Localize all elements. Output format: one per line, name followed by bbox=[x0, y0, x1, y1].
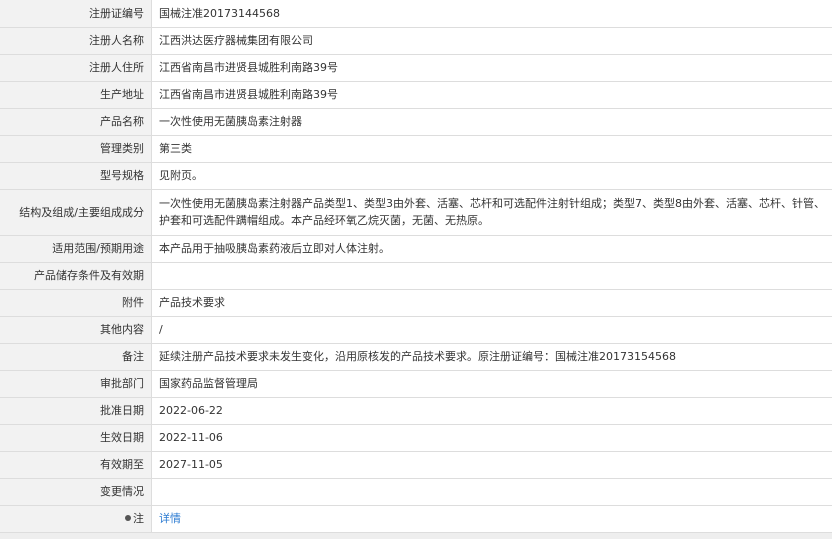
row-label-production-address: 生产地址 bbox=[0, 81, 152, 109]
row-value-change-status bbox=[151, 478, 832, 506]
row-label-remarks: 备注 bbox=[0, 343, 152, 371]
row-label-management-class: 管理类别 bbox=[0, 135, 152, 163]
table-row: 产品储存条件及有效期 bbox=[0, 262, 832, 290]
row-label-attachment: 附件 bbox=[0, 289, 152, 317]
table-row: 注册人住所 江西省南昌市进贤县城胜利南路39号 bbox=[0, 54, 832, 82]
row-label-valid-until: 有效期至 bbox=[0, 451, 152, 479]
table-row: 有效期至 2027-11-05 bbox=[0, 451, 832, 479]
table-row: 生效日期 2022-11-06 bbox=[0, 424, 832, 452]
table-row: 生产地址 江西省南昌市进贤县城胜利南路39号 bbox=[0, 81, 832, 109]
row-value-storage-validity bbox=[151, 262, 832, 290]
row-label-registration-number: 注册证编号 bbox=[0, 0, 152, 28]
table-row: 产品名称 一次性使用无菌胰岛素注射器 bbox=[0, 108, 832, 136]
table-row: 注 详情 bbox=[0, 505, 832, 533]
row-value-valid-until: 2027-11-05 bbox=[151, 451, 832, 479]
row-label-registrant-name: 注册人名称 bbox=[0, 27, 152, 55]
pin-icon bbox=[125, 515, 131, 521]
row-value-approval-date: 2022-06-22 bbox=[151, 397, 832, 425]
row-label-structure-composition: 结构及组成/主要组成成分 bbox=[0, 189, 152, 236]
registration-detail-table: 注册证编号 国械注准20173144568 注册人名称 江西洪达医疗器械集团有限… bbox=[0, 0, 832, 533]
table-row: 附件 产品技术要求 bbox=[0, 289, 832, 317]
row-label-note: 注 bbox=[0, 505, 152, 533]
row-label-change-status: 变更情况 bbox=[0, 478, 152, 506]
row-label-other-content: 其他内容 bbox=[0, 316, 152, 344]
table-row: 备注 延续注册产品技术要求未发生变化，沿用原核发的产品技术要求。原注册证编号：国… bbox=[0, 343, 832, 371]
row-value-attachment: 产品技术要求 bbox=[151, 289, 832, 317]
note-label: 注 bbox=[133, 512, 144, 525]
row-value-registrant-address: 江西省南昌市进贤县城胜利南路39号 bbox=[151, 54, 832, 82]
row-value-intended-use: 本产品用于抽吸胰岛素药液后立即对人体注射。 bbox=[151, 235, 832, 263]
bottom-strip bbox=[0, 532, 832, 539]
row-value-model-spec: 见附页。 bbox=[151, 162, 832, 190]
table-row: 变更情况 bbox=[0, 478, 832, 506]
row-value-effective-date: 2022-11-06 bbox=[151, 424, 832, 452]
row-label-model-spec: 型号规格 bbox=[0, 162, 152, 190]
table-row: 其他内容 / bbox=[0, 316, 832, 344]
details-link[interactable]: 详情 bbox=[159, 512, 181, 525]
table-row: 适用范围/预期用途 本产品用于抽吸胰岛素药液后立即对人体注射。 bbox=[0, 235, 832, 263]
row-value-structure-composition: 一次性使用无菌胰岛素注射器产品类型1、类型3由外套、活塞、芯杆和可选配件注射针组… bbox=[151, 189, 832, 236]
row-value-product-name: 一次性使用无菌胰岛素注射器 bbox=[151, 108, 832, 136]
table-row: 注册证编号 国械注准20173144568 bbox=[0, 0, 832, 28]
table-row: 型号规格 见附页。 bbox=[0, 162, 832, 190]
row-value-registration-number: 国械注准20173144568 bbox=[151, 0, 832, 28]
row-value-other-content: / bbox=[151, 316, 832, 344]
row-value-production-address: 江西省南昌市进贤县城胜利南路39号 bbox=[151, 81, 832, 109]
row-value-management-class: 第三类 bbox=[151, 135, 832, 163]
row-value-remarks: 延续注册产品技术要求未发生变化，沿用原核发的产品技术要求。原注册证编号：国械注准… bbox=[151, 343, 832, 371]
row-value-note: 详情 bbox=[151, 505, 832, 533]
table-row: 批准日期 2022-06-22 bbox=[0, 397, 832, 425]
row-label-product-name: 产品名称 bbox=[0, 108, 152, 136]
table-row: 审批部门 国家药品监督管理局 bbox=[0, 370, 832, 398]
row-label-registrant-address: 注册人住所 bbox=[0, 54, 152, 82]
table-row: 结构及组成/主要组成成分 一次性使用无菌胰岛素注射器产品类型1、类型3由外套、活… bbox=[0, 189, 832, 236]
row-label-intended-use: 适用范围/预期用途 bbox=[0, 235, 152, 263]
row-label-approval-department: 审批部门 bbox=[0, 370, 152, 398]
table-row: 管理类别 第三类 bbox=[0, 135, 832, 163]
table-row: 注册人名称 江西洪达医疗器械集团有限公司 bbox=[0, 27, 832, 55]
row-label-effective-date: 生效日期 bbox=[0, 424, 152, 452]
row-value-approval-department: 国家药品监督管理局 bbox=[151, 370, 832, 398]
row-label-approval-date: 批准日期 bbox=[0, 397, 152, 425]
row-label-storage-validity: 产品储存条件及有效期 bbox=[0, 262, 152, 290]
row-value-registrant-name: 江西洪达医疗器械集团有限公司 bbox=[151, 27, 832, 55]
